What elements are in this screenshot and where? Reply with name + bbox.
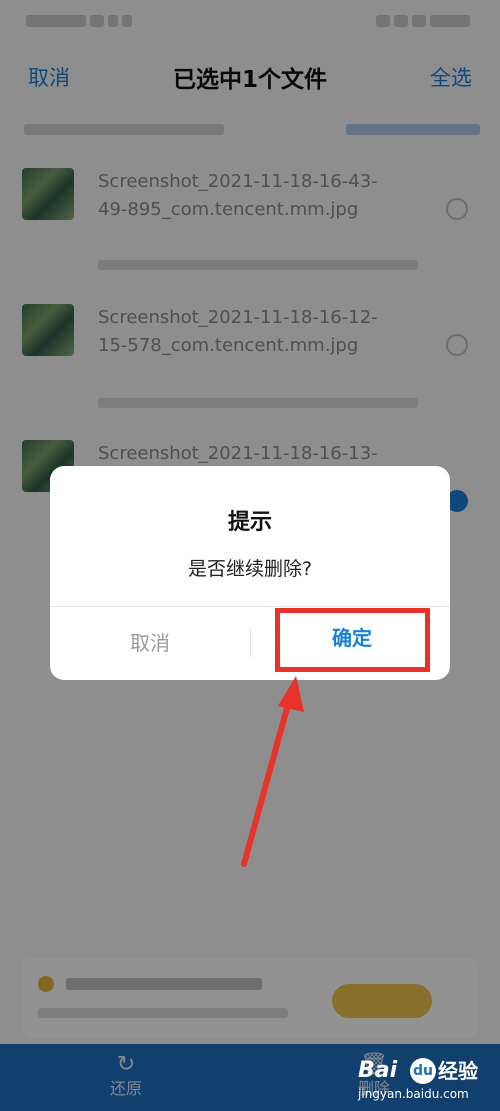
watermark-logo-text: Bai: [358, 1058, 398, 1083]
annotation-arrow: [241, 676, 304, 867]
watermark-cn-text: 经验: [438, 1059, 478, 1083]
baidu-jingyan-watermark: Bai du 经验 jingyan.baidu.com: [358, 1056, 498, 1106]
watermark-url: jingyan.baidu.com: [358, 1087, 469, 1101]
paw-icon: du: [410, 1058, 436, 1084]
